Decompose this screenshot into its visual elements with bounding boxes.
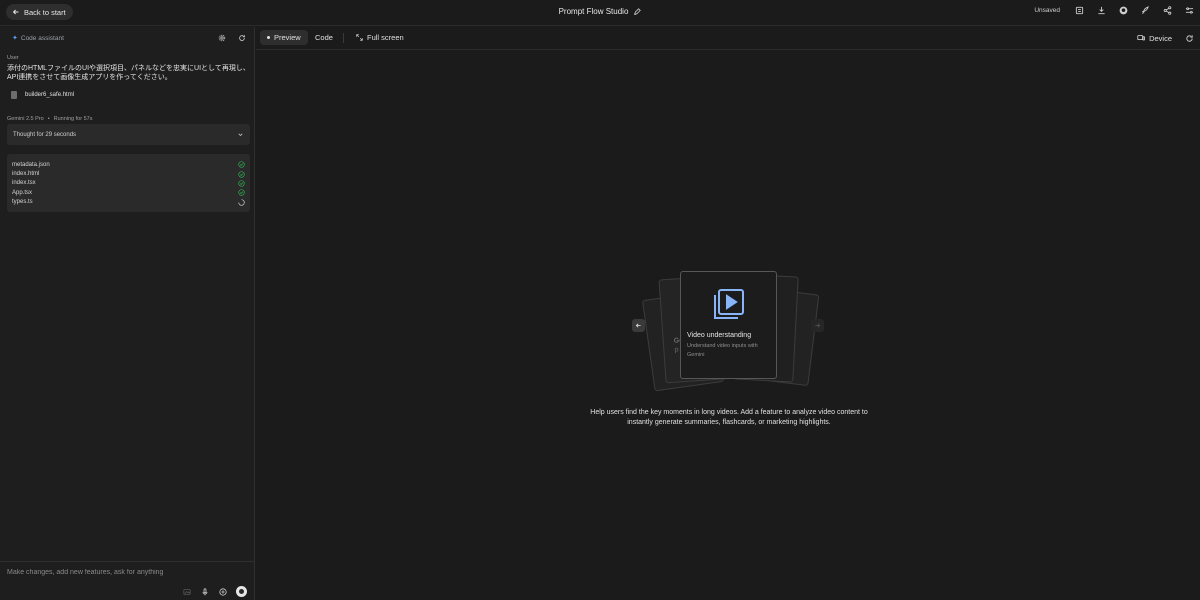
refresh-icon[interactable]	[237, 33, 247, 43]
feature-card-description: Understand video inputs with Gemini	[687, 343, 758, 358]
file-row[interactable]: types.ts	[12, 198, 245, 207]
top-actions: Unsaved	[1034, 5, 1194, 15]
chevron-down-icon	[237, 131, 244, 138]
file-name: metadata.json	[12, 161, 50, 168]
code-assistant-panel: ✦ Code assistant User 添付のHTMLファイルのUIや選択項…	[0, 27, 255, 600]
example-carousel: Ge p Video understanding Understand vide…	[632, 267, 824, 395]
thought-summary-toggle[interactable]: Thought for 29 seconds	[7, 124, 250, 145]
check-circle-icon	[238, 170, 245, 178]
file-row[interactable]: index.html	[12, 169, 245, 178]
tab-preview[interactable]: Preview	[260, 30, 308, 45]
expand-icon	[356, 34, 363, 41]
model-name: Gemini 2.5 Pro	[7, 116, 44, 122]
model-status: Gemini 2.5 Pro • Running for 57s	[7, 116, 92, 122]
arrow-right-icon	[814, 322, 821, 329]
tab-full-screen-label: Full screen	[367, 33, 404, 42]
tab-code-label: Code	[315, 33, 333, 42]
image-icon[interactable]	[182, 587, 192, 597]
device-icon	[1137, 34, 1145, 42]
add-circle-icon[interactable]	[218, 587, 228, 597]
assistant-header: ✦ Code assistant	[0, 27, 255, 49]
active-dot-icon	[267, 36, 270, 39]
check-circle-icon	[238, 180, 245, 187]
gear-icon[interactable]	[217, 33, 227, 43]
file-icon	[11, 91, 17, 99]
prompt-input[interactable]	[7, 569, 237, 576]
file-name: index.html	[12, 171, 40, 178]
file-name: types.ts	[12, 199, 33, 206]
preview-panel: Preview Code Full screen Device Ge p Vid…	[256, 27, 1200, 600]
assistant-title-text: Code assistant	[20, 34, 64, 42]
check-circle-icon	[238, 189, 245, 197]
user-label: User	[7, 55, 19, 61]
top-bar: Back to start Prompt Flow Studio Unsaved	[0, 0, 1200, 26]
tab-divider	[343, 33, 344, 43]
assistant-title: ✦ Code assistant	[12, 34, 64, 43]
pencil-icon[interactable]	[633, 7, 642, 16]
previous-button[interactable]	[632, 319, 645, 332]
send-button[interactable]	[236, 586, 247, 597]
tab-code[interactable]: Code	[308, 30, 340, 45]
rocket-icon[interactable]	[1140, 5, 1150, 15]
preview-tools: Device	[1137, 33, 1194, 43]
file-name: index.tsx	[12, 180, 36, 187]
check-circle-icon	[238, 161, 245, 168]
composer	[0, 561, 255, 600]
device-button[interactable]: Device	[1137, 34, 1172, 43]
project-title-area: Prompt Flow Studio	[0, 7, 1200, 16]
project-title[interactable]: Prompt Flow Studio	[559, 7, 629, 16]
generated-files-list: metadata.json index.html index.tsx App.t…	[7, 154, 250, 212]
tab-preview-label: Preview	[274, 33, 301, 42]
save-status: Unsaved	[1034, 6, 1060, 14]
share-icon[interactable]	[1162, 5, 1172, 15]
preview-tab-bar: Preview Code Full screen Device	[256, 27, 1200, 50]
attachment-filename: builder6_safe.html	[25, 92, 75, 98]
switch-icon[interactable]	[1074, 5, 1084, 15]
microphone-icon[interactable]	[200, 587, 210, 597]
thought-label: Thought for 29 seconds	[13, 131, 77, 138]
stop-icon	[239, 589, 244, 594]
file-row[interactable]: index.tsx	[12, 179, 245, 188]
background-card-fragment: p	[674, 346, 679, 354]
next-button[interactable]	[811, 319, 824, 332]
feature-card-title: Video understanding	[687, 332, 752, 339]
loading-spinner-icon	[238, 199, 245, 206]
reload-icon[interactable]	[1184, 33, 1194, 43]
sparkle-icon: ✦	[12, 35, 18, 42]
file-row[interactable]: metadata.json	[12, 160, 245, 169]
settings-sliders-icon[interactable]	[1184, 5, 1194, 15]
user-message: 添付のHTMLファイルのUIや選択項目、パネルなどを忠実にUIとして再現し、AP…	[7, 65, 250, 81]
file-name: App.tsx	[12, 189, 33, 196]
app-window: Back to start Prompt Flow Studio Unsaved	[0, 0, 1200, 600]
video-play-icon	[711, 286, 747, 322]
feature-description: Help users find the key moments in long …	[590, 409, 868, 426]
attachment[interactable]: builder6_safe.html	[11, 91, 74, 99]
tab-full-screen[interactable]: Full screen	[349, 30, 411, 45]
run-status: Running for 57s	[53, 116, 93, 122]
feature-card[interactable]: Video understanding Understand video inp…	[680, 271, 777, 379]
assistant-header-actions	[217, 33, 247, 43]
github-icon[interactable]	[1118, 5, 1128, 15]
composer-actions	[182, 586, 247, 597]
status-separator: •	[47, 116, 50, 122]
file-row[interactable]: App.tsx	[12, 188, 245, 197]
download-icon[interactable]	[1096, 5, 1106, 15]
device-label: Device	[1149, 33, 1172, 43]
arrow-left-icon	[635, 322, 642, 329]
